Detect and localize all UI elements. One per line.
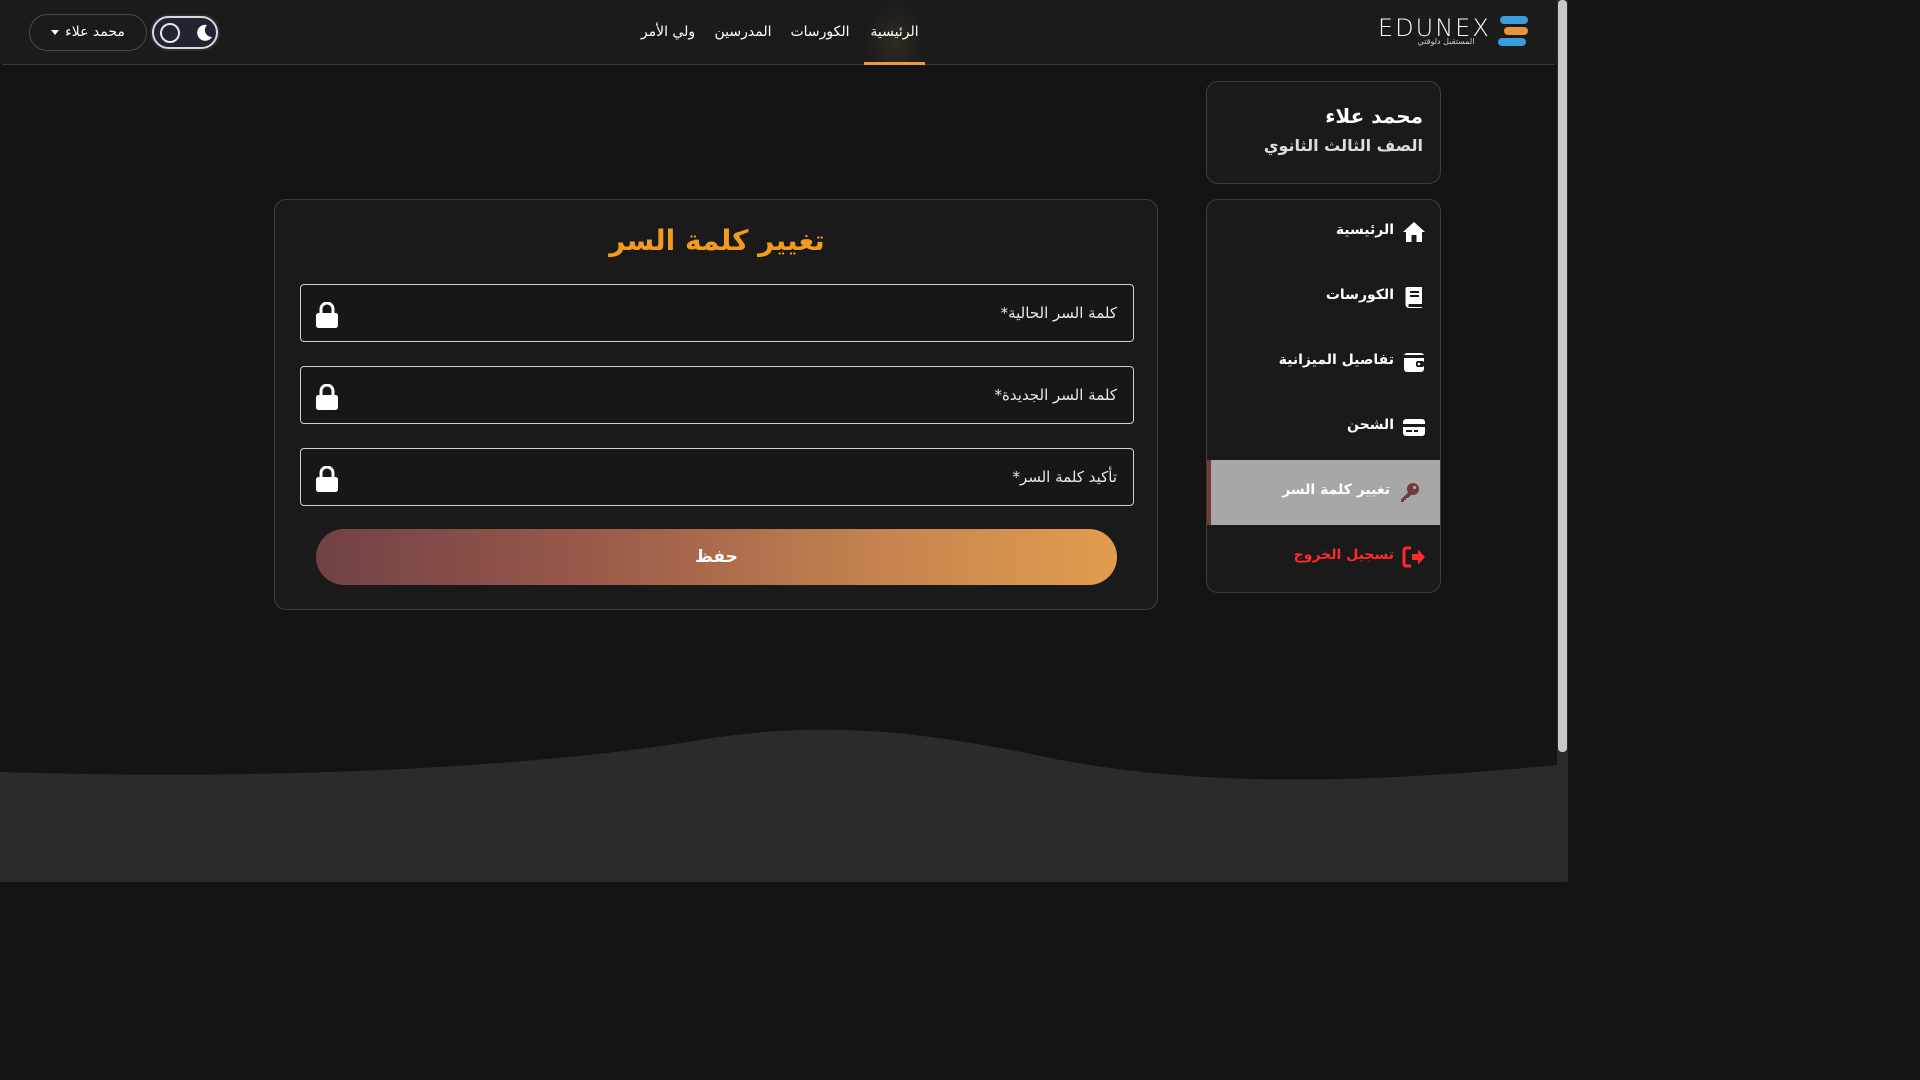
change-password-card: تغيير كلمة السر كلمة السر الحالية* كلمة … bbox=[274, 199, 1158, 610]
field-label: كلمة السر الحالية* bbox=[1000, 304, 1117, 322]
home-icon bbox=[1403, 222, 1425, 242]
lock-icon bbox=[316, 302, 338, 328]
profile-card: محمد علاء الصف الثالث الثانوي bbox=[1206, 81, 1441, 184]
top-navbar: EDUNEX المستقبل دلوقتي الرئيسية الكورسات… bbox=[0, 0, 1557, 65]
sidebar-item-label: الشحن bbox=[1347, 417, 1394, 433]
sidebar-item-label: تغيير كلمة السر bbox=[1282, 482, 1390, 498]
sidebar-item-change-password[interactable]: تغيير كلمة السر bbox=[1207, 460, 1440, 525]
profile-grade: الصف الثالث الثانوي bbox=[1263, 136, 1423, 155]
sidebar-item-recharge[interactable]: الشحن bbox=[1207, 395, 1440, 460]
nav-item-teachers[interactable]: المدرسين bbox=[710, 0, 776, 65]
profile-name: محمد علاء bbox=[1325, 104, 1423, 128]
sidebar-item-logout[interactable]: تسجيل الخروج bbox=[1207, 525, 1440, 590]
lock-icon bbox=[316, 466, 338, 492]
new-password-field[interactable]: كلمة السر الجديدة* bbox=[300, 366, 1134, 424]
field-label: تأكيد كلمة السر* bbox=[1012, 468, 1117, 486]
logout-icon bbox=[1402, 546, 1425, 568]
page-scrollbar[interactable] bbox=[1557, 0, 1568, 882]
nav-item-courses[interactable]: الكورسات bbox=[786, 0, 854, 65]
brand-mark-icon[interactable] bbox=[1498, 16, 1530, 46]
nav-item-home[interactable]: الرئيسية bbox=[864, 0, 925, 65]
brand-tagline: المستقبل دلوقتي bbox=[1417, 37, 1475, 46]
lock-icon bbox=[316, 384, 338, 410]
caret-down-icon bbox=[51, 29, 60, 35]
current-password-field[interactable]: كلمة السر الحالية* bbox=[300, 284, 1134, 342]
key-icon bbox=[1401, 483, 1419, 502]
credit-card-icon bbox=[1403, 419, 1425, 436]
sidebar-item-label: تفاصيل الميزانية bbox=[1278, 352, 1394, 368]
scrollbar-thumb[interactable] bbox=[1558, 0, 1567, 752]
sidebar-item-courses[interactable]: الكورسات bbox=[1207, 265, 1440, 330]
sidebar-item-label: تسجيل الخروج bbox=[1293, 547, 1394, 563]
sidebar-item-home[interactable]: الرئيسية bbox=[1207, 200, 1440, 265]
sidebar-menu: الرئيسية الكورسات تفاصيل الميزانية الشحن… bbox=[1206, 199, 1441, 593]
user-menu-label: محمد علاء bbox=[65, 24, 125, 40]
form-title: تغيير كلمة السر bbox=[609, 224, 825, 257]
confirm-password-field[interactable]: تأكيد كلمة السر* bbox=[300, 448, 1134, 506]
save-button[interactable]: حفظ bbox=[316, 529, 1117, 585]
wallet-icon bbox=[1404, 353, 1424, 372]
toggle-knob bbox=[160, 23, 180, 43]
footer-wave bbox=[0, 729, 1557, 882]
sidebar-item-label: الرئيسية bbox=[1335, 222, 1394, 238]
moon-icon bbox=[197, 24, 212, 41]
field-label: كلمة السر الجديدة* bbox=[994, 386, 1117, 404]
sidebar-item-budget[interactable]: تفاصيل الميزانية bbox=[1207, 330, 1440, 395]
sidebar-item-label: الكورسات bbox=[1325, 287, 1394, 303]
user-menu-dropdown[interactable]: محمد علاء bbox=[29, 14, 147, 51]
theme-toggle[interactable] bbox=[152, 16, 218, 49]
nav-item-parent[interactable]: ولي الأمر bbox=[636, 0, 700, 65]
book-icon bbox=[1405, 287, 1422, 308]
